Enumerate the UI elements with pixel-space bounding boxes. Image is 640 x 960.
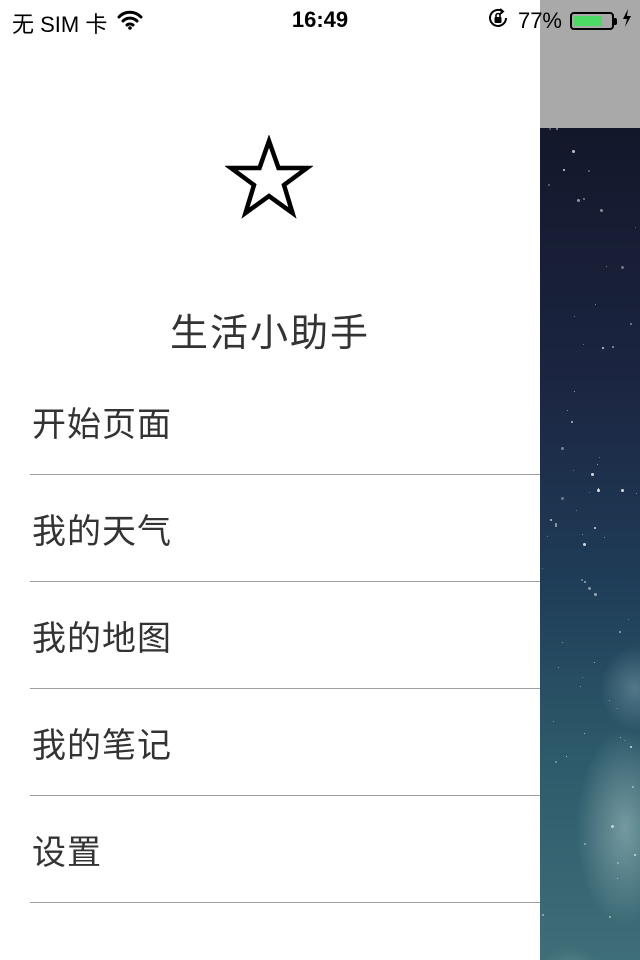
sky-star-dot [598,488,599,489]
sky-star-dot [597,489,600,492]
sky-star-dot [630,746,632,748]
sky-star-dot [582,534,583,535]
main-content-peek[interactable] [540,0,640,960]
sky-star-dot [591,473,594,476]
sky-star-dot [594,527,596,529]
sky-star-dot [549,128,551,130]
sky-star-dot [617,862,619,864]
screen: 无 SIM 卡 16:49 77% 生活小助手 开始页面 我的天气 我的地图 我… [0,0,640,960]
menu-item-map[interactable]: 我的地图 [30,582,540,689]
sky-star-dot [573,470,574,471]
sky-star-dot [621,489,624,492]
sky-star-dot [584,733,585,734]
sky-star-dot [561,497,564,500]
sky-star-dot [594,593,597,596]
sky-star-dot [632,786,634,788]
sky-star-dot [634,854,636,856]
sky-star-dot [550,519,552,521]
sky-star-dot [555,523,557,525]
charging-bolt-icon [622,8,632,34]
sky-star-dot [599,457,600,458]
sky-star-dot [617,878,618,879]
sky-star-dot [602,347,604,349]
sky-star-dot [558,667,559,668]
sky-star-dot [609,916,611,918]
sky-star-dot [542,568,543,569]
sky-star-dot [581,579,583,581]
sky-star-dot [563,169,565,171]
sky-star-dot [583,198,585,200]
sky-star-dot [572,150,575,153]
sky-star-dot [577,199,580,202]
sky-star-dot [574,316,575,317]
sky-star-dot [589,492,590,493]
sky-star-dot [582,677,583,678]
sky-star-dot [628,619,629,620]
battery-level [574,16,602,26]
status-bar: 无 SIM 卡 16:49 77% [0,0,640,40]
sky-star-dot [542,914,544,916]
sky-star-dot [574,391,575,392]
sky-star-dot [621,266,624,269]
sky-star-dot [566,756,567,757]
sky-star-dot [576,510,577,511]
sky-star-dot [594,662,595,663]
menu-item-label: 设置 [32,832,102,873]
sky-star-dot [553,721,554,722]
sky-star-dot [555,525,557,527]
sky-star-dot [547,536,548,537]
sky-star-dot [548,184,550,186]
sky-star-dot [584,843,586,845]
menu-item-label: 我的地图 [32,618,172,659]
side-drawer: 生活小助手 开始页面 我的天气 我的地图 我的笔记 设置 [0,0,540,960]
sky-star-dot [604,537,605,538]
sky-star-dot [612,346,614,348]
menu-item-label: 我的天气 [32,511,172,552]
battery-percent: 77% [517,8,562,33]
menu-item-weather[interactable]: 我的天气 [30,475,540,582]
sky-star-dot [580,686,581,687]
rotation-lock-icon [486,6,510,36]
sky-star-dot [588,170,590,172]
battery-icon [570,12,617,30]
sky-star-dot [561,447,564,450]
sky-star-dot [562,642,563,643]
sky-star-dot [619,631,621,633]
sky-star-dot [571,421,573,423]
menu-item-start-page[interactable]: 开始页面 [30,368,540,475]
sky-star-dot [617,708,618,709]
sky-star-dot [583,543,586,546]
app-title: 生活小助手 [169,311,370,355]
sky-star-dot [620,737,621,738]
sky-star-dot [636,493,637,494]
sky-star-dot [556,128,558,130]
sky-star-dot [597,464,598,465]
sky-star-dot [600,209,603,212]
sky-star-dot [567,410,568,411]
sky-star-dot [595,304,596,305]
menu-item-label: 开始页面 [32,404,172,445]
sky-star-dot [611,825,614,828]
star-outline-icon [224,134,314,223]
menu-item-settings[interactable]: 设置 [30,796,540,903]
sky-star-dot [588,587,591,590]
sky-star-dot [609,700,610,701]
drawer-menu: 开始页面 我的天气 我的地图 我的笔记 设置 [30,368,540,903]
sky-star-dot [606,266,607,267]
sky-star-dot [635,227,636,228]
sky-star-dot [630,323,632,325]
sky-star-dot [583,344,584,345]
menu-item-notes[interactable]: 我的笔记 [30,689,540,796]
menu-item-label: 我的笔记 [32,725,172,766]
sky-star-dot [555,761,557,763]
sky-star-dot [624,740,625,741]
sky-star-dot [584,581,586,583]
background-sky-image [540,128,640,960]
